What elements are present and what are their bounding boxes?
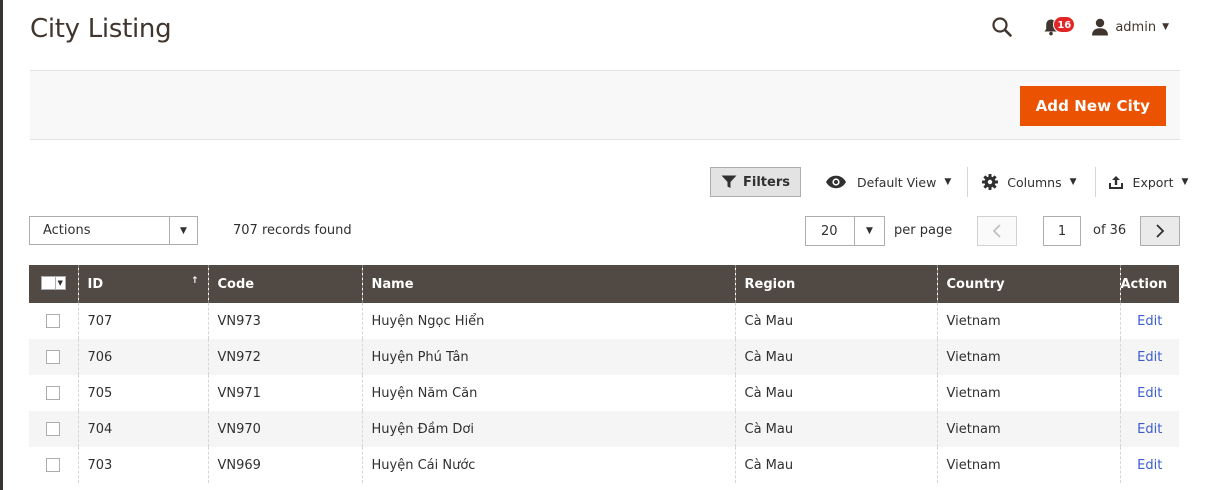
row-checkbox[interactable] (46, 422, 61, 436)
filters-button[interactable]: Filters (710, 167, 801, 197)
cell-id: 704 (77, 411, 208, 447)
cell-region: Cà Mau (734, 375, 937, 411)
chevron-down-icon: ▼ (169, 217, 197, 244)
cell-country: Vietnam (936, 375, 1120, 411)
row-checkbox[interactable] (46, 458, 61, 472)
cell-id: 705 (77, 375, 208, 411)
column-header-id[interactable]: ID ↑ (77, 265, 208, 303)
cell-name: Huyện Ngọc Hiển (361, 303, 735, 339)
chevron-left-icon (992, 224, 1001, 238)
row-checkbox[interactable] (46, 314, 61, 328)
export-label: Export (1132, 174, 1174, 190)
next-page-button[interactable] (1140, 216, 1180, 246)
per-page-select[interactable]: 20 ▼ (805, 216, 885, 246)
cell-code: VN970 (207, 411, 362, 447)
mass-select-checkbox[interactable]: ▼ (40, 275, 66, 290)
notifications-button[interactable]: 16 (1043, 14, 1076, 40)
table-row: 707 VN973 Huyện Ngọc Hiển Cà Mau Vietnam… (29, 303, 1179, 339)
table-row: 704 VN970 Huyện Đầm Dơi Cà Mau Vietnam E… (29, 411, 1179, 447)
left-edge-border (0, 0, 3, 490)
column-header-code[interactable]: Code (207, 265, 362, 303)
per-page-label: per page (894, 223, 953, 238)
column-header-name[interactable]: Name (361, 265, 735, 303)
chevron-down-icon: ▼ (1181, 177, 1189, 187)
header-actions: 16 admin ▼ (989, 14, 1169, 40)
cell-region: Cà Mau (734, 447, 937, 483)
user-icon (1092, 18, 1109, 36)
cell-country: Vietnam (936, 303, 1120, 339)
table-row: 706 VN972 Huyện Phú Tân Cà Mau Vietnam E… (29, 339, 1179, 375)
notifications-count-badge: 16 (1053, 16, 1076, 33)
grid-toolbar: Filters Default View ▼ Columns ▼ Export … (710, 167, 1188, 197)
gear-icon (982, 174, 999, 190)
cell-name: Huyện Đầm Dơi (361, 411, 735, 447)
chevron-down-icon: ▼ (54, 276, 65, 289)
column-header-action: Action (1119, 265, 1179, 303)
cell-id: 703 (77, 447, 208, 483)
edit-link[interactable]: Edit (1137, 386, 1162, 401)
table-row: 705 VN971 Huyện Năm Căn Cà Mau Vietnam E… (29, 375, 1179, 411)
cell-code: VN973 (207, 303, 362, 339)
filter-icon (721, 175, 737, 188)
cell-country: Vietnam (936, 339, 1120, 375)
default-view-dropdown[interactable]: Default View ▼ (825, 167, 951, 197)
cell-name: Huyện Năm Căn (361, 375, 735, 411)
cell-code: VN969 (207, 447, 362, 483)
column-header-country[interactable]: Country (936, 265, 1120, 303)
admin-user-name: admin (1115, 19, 1157, 35)
cell-name: Huyện Cái Nước (361, 447, 735, 483)
cell-region: Cà Mau (734, 411, 937, 447)
edit-link[interactable]: Edit (1137, 458, 1162, 473)
edit-link[interactable]: Edit (1137, 314, 1162, 329)
chevron-down-icon: ▼ (854, 217, 884, 245)
add-new-city-button[interactable]: Add New City (1019, 86, 1166, 126)
previous-page-button[interactable] (977, 216, 1017, 246)
edit-link[interactable]: Edit (1137, 422, 1162, 437)
table-header-row: ▼ ID ↑ Code Name Region Country Action (29, 265, 1179, 303)
chevron-down-icon: ▼ (1162, 22, 1169, 32)
edit-link[interactable]: Edit (1137, 350, 1162, 365)
row-checkbox[interactable] (46, 386, 61, 400)
cell-id: 707 (77, 303, 208, 339)
city-grid-table: ▼ ID ↑ Code Name Region Country Action 70… (29, 265, 1179, 483)
table-row: 703 VN969 Huyện Cái Nước Cà Mau Vietnam … (29, 447, 1179, 483)
column-header-region[interactable]: Region (734, 265, 937, 303)
cell-id: 706 (77, 339, 208, 375)
mass-actions-select[interactable]: Actions ▼ (29, 216, 198, 245)
row-checkbox[interactable] (46, 350, 61, 364)
current-page-input[interactable] (1043, 216, 1081, 246)
filters-label: Filters (743, 174, 790, 190)
page-title: City Listing (30, 14, 172, 44)
cell-country: Vietnam (936, 411, 1120, 447)
cell-region: Cà Mau (734, 339, 937, 375)
total-pages-label: of 36 (1093, 223, 1127, 238)
cell-region: Cà Mau (734, 303, 937, 339)
eye-icon (826, 175, 846, 189)
cell-code: VN971 (207, 375, 362, 411)
columns-dropdown[interactable]: Columns ▼ (982, 167, 1077, 197)
sort-arrow-icon: ↑ (190, 276, 199, 286)
export-dropdown[interactable]: Export ▼ (1108, 167, 1189, 197)
toolbar-divider (967, 167, 969, 197)
admin-user-menu[interactable]: admin ▼ (1091, 18, 1169, 36)
toolbar-divider (1094, 167, 1096, 197)
per-page-value: 20 (821, 223, 838, 239)
default-view-label: Default View (857, 174, 937, 190)
export-icon (1108, 175, 1123, 189)
chevron-down-icon: ▼ (944, 177, 952, 187)
columns-label: Columns (1007, 174, 1062, 190)
records-found-count: 707 records found (233, 223, 352, 238)
mass-select-header[interactable]: ▼ (29, 265, 78, 303)
chevron-right-icon (1156, 224, 1165, 238)
cell-country: Vietnam (936, 447, 1120, 483)
search-icon[interactable] (989, 14, 1015, 40)
cell-code: VN972 (207, 339, 362, 375)
cell-name: Huyện Phú Tân (361, 339, 735, 375)
mass-actions-label: Actions (43, 223, 91, 238)
chevron-down-icon: ▼ (1069, 177, 1077, 187)
page-actions-bar: Add New City (30, 70, 1180, 140)
